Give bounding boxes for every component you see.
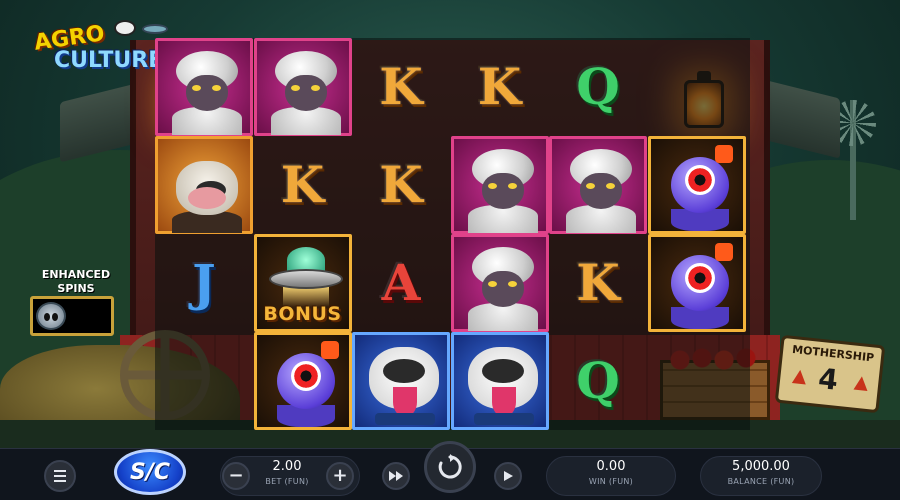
play-icon <box>504 471 513 481</box>
reel-cell-sheep <box>549 136 647 234</box>
sheep-icon <box>155 38 253 136</box>
pug-dog-icon <box>450 332 549 430</box>
win-value: 0.00 <box>596 459 626 474</box>
alien-icon <box>647 234 746 332</box>
reel-cell-k: K <box>352 136 450 234</box>
reel-cell-k: K <box>254 136 352 234</box>
bonus-label: BONUS <box>263 303 342 325</box>
symbol-j-icon: J <box>192 253 216 312</box>
reel-cell-k: K <box>549 234 647 332</box>
pug-dog-icon <box>352 332 450 430</box>
autoplay-button[interactable] <box>494 462 522 490</box>
symbol-k-icon: K <box>477 57 522 116</box>
balance-value: 5,000.00 <box>732 459 790 474</box>
reel-cell-sheep <box>155 38 253 136</box>
reel-cell-bonus: BONUS <box>253 234 352 332</box>
symbol-k-icon: K <box>280 155 325 214</box>
reel-cell-sheep <box>450 234 549 332</box>
reel-cell-q: Q <box>549 38 647 136</box>
mothership-sign: MOTHERSHIP 4 <box>774 334 886 414</box>
fast-forward-icon <box>389 471 403 481</box>
sheep-icon <box>253 38 352 136</box>
reel-cell-sheep <box>450 136 549 234</box>
reel-cell-k: K <box>451 38 549 136</box>
alien-icon <box>647 136 746 234</box>
logo-ufo-icon <box>142 24 168 34</box>
symbol-k-icon: K <box>576 253 620 312</box>
symbol-k-icon: K <box>379 57 423 116</box>
fast-forward-button[interactable] <box>382 462 410 490</box>
bet-value: 2.00 <box>272 459 302 474</box>
ufo-bonus-icon: BONUS <box>253 234 352 332</box>
reel-cell-alien <box>647 234 746 332</box>
sheep-icon <box>450 234 549 332</box>
game-logo: AGRO CULTURE <box>22 18 172 78</box>
reel-cell-empty <box>648 38 746 136</box>
reel-grid: J K BONUS K K A K Q K Q <box>155 38 750 430</box>
arrow-icon <box>853 375 869 392</box>
symbol-q-icon: Q <box>576 57 620 116</box>
reel-cell-cow <box>155 136 253 234</box>
cow-icon <box>155 136 253 234</box>
symbol-k-icon: K <box>379 155 423 214</box>
arrow-icon <box>791 369 808 385</box>
mothership-label: MOTHERSHIP <box>791 342 875 365</box>
logo-line-2: CULTURE <box>54 48 164 73</box>
alien-icon <box>253 332 352 430</box>
reel-cell-dog <box>352 332 450 430</box>
menu-button[interactable] <box>44 460 76 492</box>
reel-cell-k: K <box>352 38 450 136</box>
symbol-a-icon: A <box>381 253 421 312</box>
win-label: WIN (FUN) <box>588 477 634 486</box>
enhanced-spins-title: ENHANCED SPINS <box>28 268 124 296</box>
mothership-count: 4 <box>816 361 840 397</box>
sc-button[interactable]: S/C <box>114 449 186 495</box>
reel-cell-alien <box>253 332 352 430</box>
hamburger-menu-icon <box>54 470 66 472</box>
bet-label: BET (FUN) <box>265 477 309 486</box>
reel-cell-empty <box>648 332 746 430</box>
reel-cell-a: A <box>352 234 450 332</box>
bet-increase-button[interactable]: + <box>326 462 354 490</box>
reel-cell-empty <box>155 332 253 430</box>
reel-cell-sheep <box>253 38 352 136</box>
symbol-q-icon: Q <box>576 351 620 410</box>
sheep-icon <box>450 136 549 234</box>
enhanced-spins-title-line1: ENHANCED <box>41 268 111 281</box>
spin-refresh-icon <box>438 454 462 479</box>
balance-label: BALANCE (FUN) <box>727 477 795 486</box>
reel-cell-q: Q <box>549 332 647 430</box>
sheep-icon <box>549 136 647 234</box>
logo-cow-icon <box>114 20 136 36</box>
enhanced-spins-title-line2: SPINS <box>57 282 95 295</box>
reel-cell-j: J <box>155 234 253 332</box>
reel-cell-dog <box>450 332 549 430</box>
reel-cell-alien <box>647 136 746 234</box>
alien-head-icon <box>36 302 66 330</box>
spin-button[interactable] <box>424 441 476 493</box>
